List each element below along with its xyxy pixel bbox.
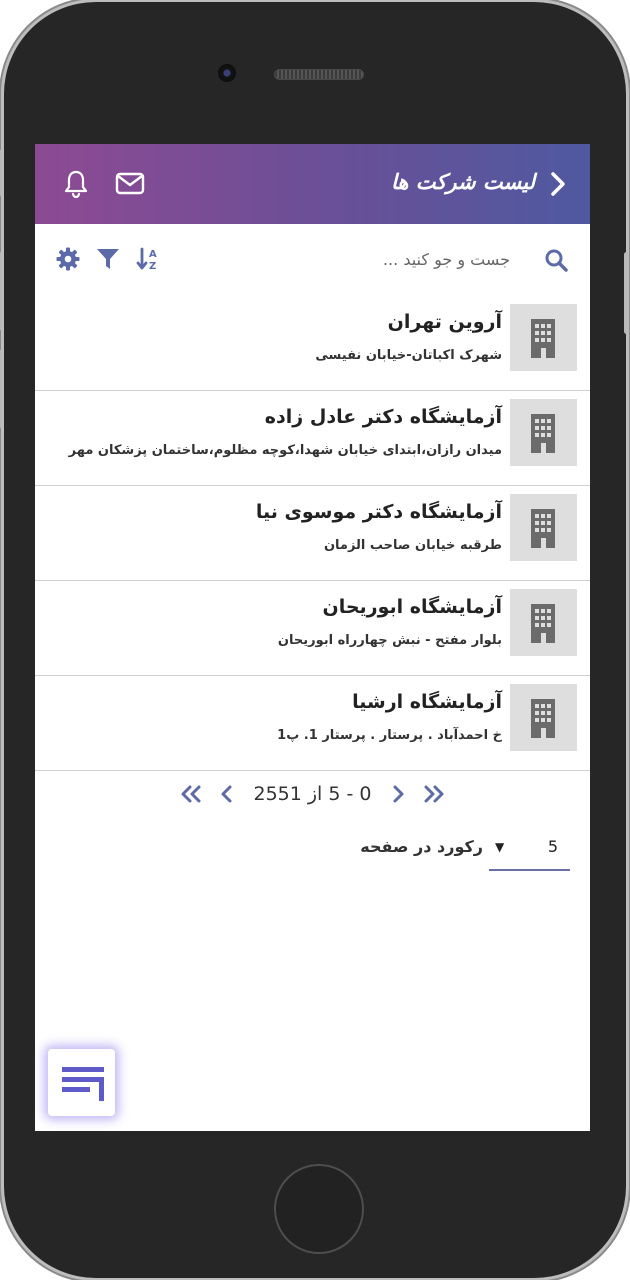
company-thumbnail: [510, 589, 577, 656]
company-address: طرقبه خیابان صاحب الزمان: [323, 538, 502, 553]
company-name: آروین تهران: [387, 311, 502, 333]
company-thumbnail: [510, 304, 577, 371]
company-address: خ احمدآباد . پرستار . پرستار 1. پ1: [277, 728, 502, 743]
svg-text:A: A: [149, 249, 157, 260]
search-bar: A Z: [35, 224, 590, 296]
menu-lines-icon: [62, 1067, 104, 1101]
chevron-right-icon[interactable]: [386, 782, 410, 806]
company-name: آزمایشگاه دکتر عادل زاده: [264, 406, 502, 428]
list-item[interactable]: آزمایشگاه ابوریحان بلوار مفتح - نبش چهار…: [35, 581, 590, 676]
volume-up-button: [0, 252, 2, 330]
list-item[interactable]: آروین تهران شهرک اکباتان-خیابان نفیسی: [35, 296, 590, 391]
volume-down-button: [0, 350, 2, 428]
chevron-right-icon[interactable]: [546, 170, 570, 198]
svg-text:Z: Z: [149, 261, 156, 272]
bell-icon[interactable]: [63, 169, 89, 199]
sort-az-icon[interactable]: A Z: [135, 246, 161, 272]
company-thumbnail: [510, 399, 577, 466]
pagination: 0 - 5 از 2551: [35, 776, 590, 812]
app-screen: لیست شرکت ها A Z: [35, 144, 590, 1131]
building-icon: [531, 509, 555, 548]
building-icon: [531, 414, 555, 453]
search-icon[interactable]: [544, 248, 568, 272]
double-chevron-right-icon[interactable]: [422, 782, 446, 806]
pagination-range: 0 - 5 از 2551: [253, 783, 372, 805]
mail-icon[interactable]: [115, 171, 145, 197]
menu-fab-button[interactable]: [48, 1049, 115, 1116]
company-thumbnail: [510, 494, 577, 561]
records-per-page-label: رکورد در صفحه: [360, 837, 483, 856]
mute-switch: [0, 150, 2, 196]
company-address: شهرک اکباتان-خیابان نفیسی: [315, 348, 502, 363]
building-icon: [531, 319, 555, 358]
chevron-left-icon[interactable]: [215, 782, 239, 806]
page-title: لیست شرکت ها: [391, 170, 535, 194]
caret-down-icon: ▼: [495, 840, 505, 854]
filter-icon[interactable]: [95, 246, 121, 272]
company-address: میدان رازان،ابتدای خیابان شهدا،کوچه مظلو…: [68, 443, 502, 458]
earpiece-speaker: [274, 69, 364, 80]
records-per-page-select[interactable]: 5 ▼: [489, 830, 570, 871]
list-item[interactable]: آزمایشگاه دکتر عادل زاده میدان رازان،ابت…: [35, 391, 590, 486]
records-per-page-value: 5: [547, 837, 558, 856]
company-name: آزمایشگاه ارشیا: [352, 691, 502, 713]
company-list: آروین تهران شهرک اکباتان-خیابان نفیسی آز…: [35, 296, 590, 771]
search-input[interactable]: [280, 244, 510, 274]
front-camera: [218, 64, 236, 82]
company-name: آزمایشگاه ابوریحان: [322, 596, 502, 618]
list-item[interactable]: آزمایشگاه دکتر موسوی نیا طرقبه خیابان صا…: [35, 486, 590, 581]
company-thumbnail: [510, 684, 577, 751]
home-button[interactable]: [274, 1164, 364, 1254]
power-button: [624, 252, 629, 334]
company-address: بلوار مفتح - نبش چهارراه ابوریحان: [277, 633, 502, 648]
list-item[interactable]: آزمایشگاه ارشیا خ احمدآباد . پرستار . پر…: [35, 676, 590, 771]
company-name: آزمایشگاه دکتر موسوی نیا: [255, 501, 502, 523]
gear-icon[interactable]: [55, 246, 81, 272]
app-header: لیست شرکت ها: [35, 144, 590, 224]
building-icon: [531, 604, 555, 643]
double-chevron-left-icon[interactable]: [179, 782, 203, 806]
building-icon: [531, 699, 555, 738]
